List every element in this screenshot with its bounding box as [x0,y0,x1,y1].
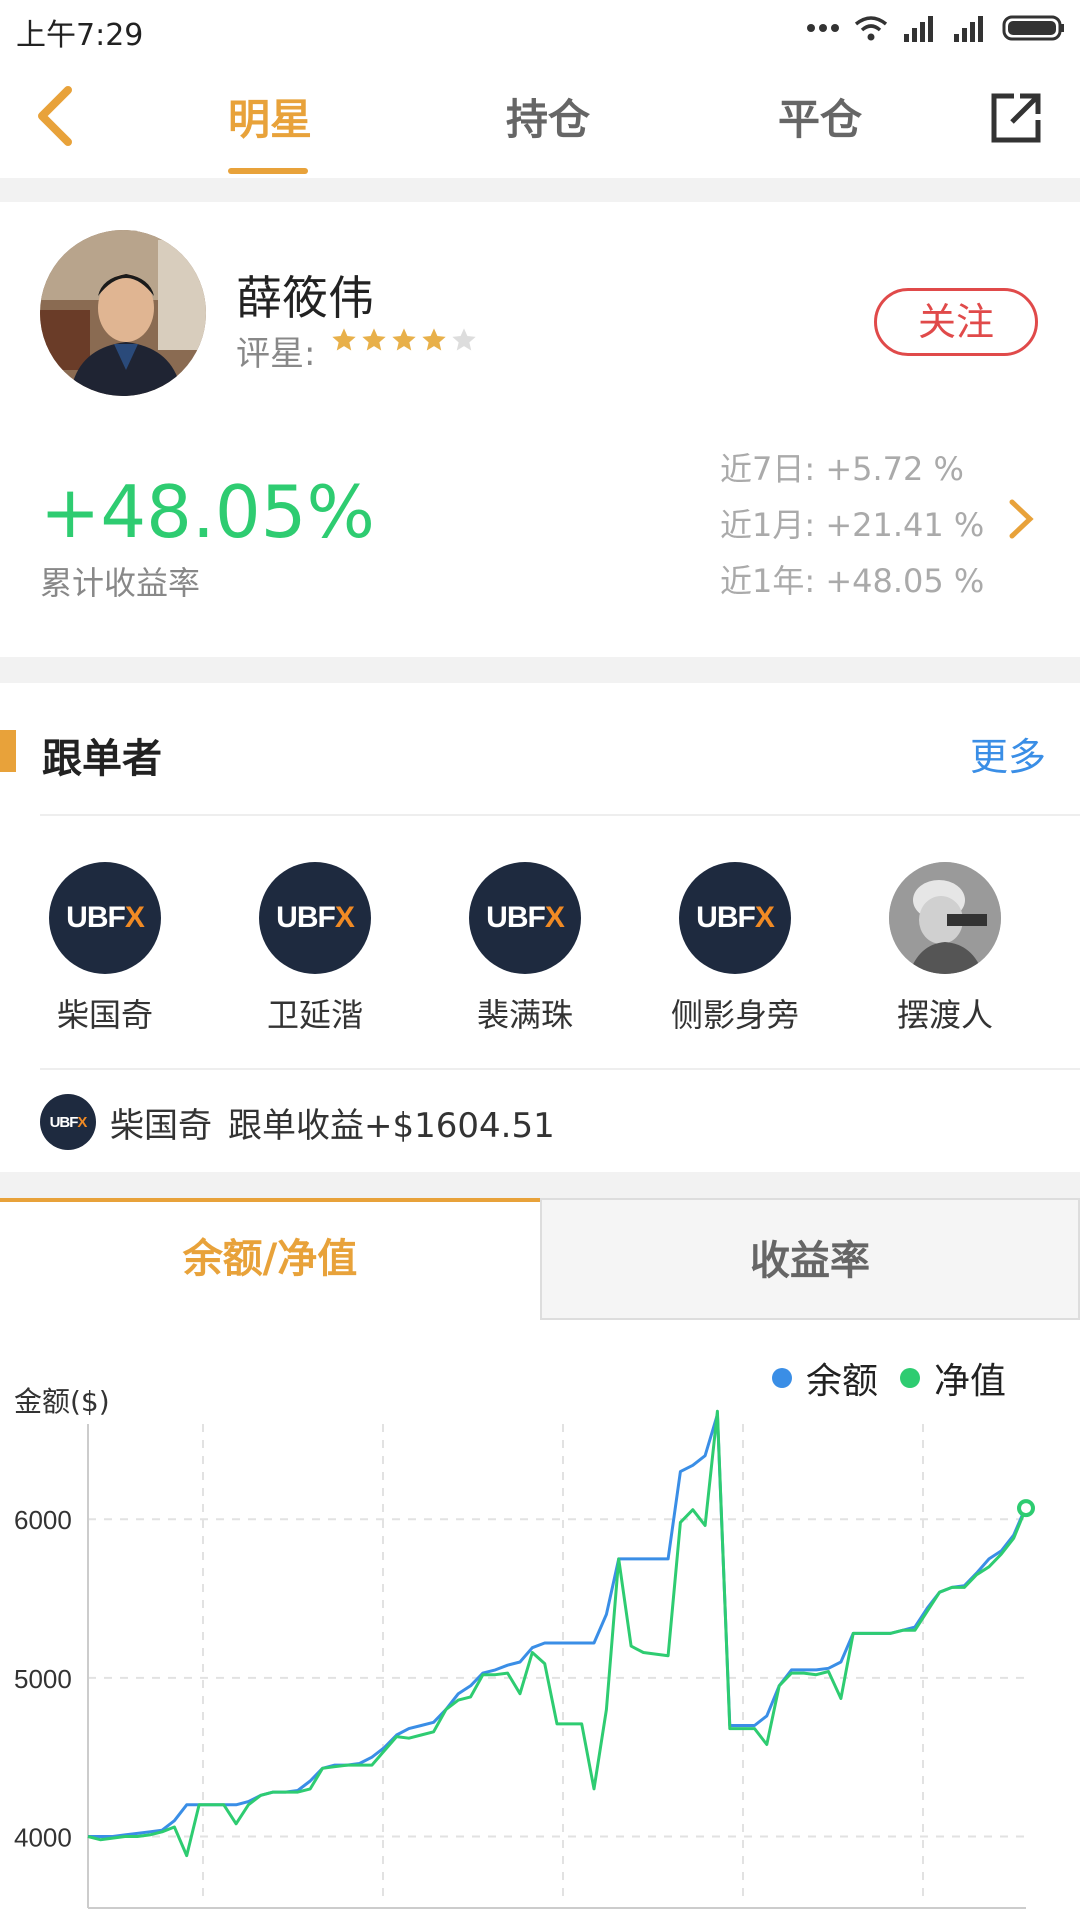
divider [40,1068,1080,1070]
nav-bar: 明星 持仓 平仓 [0,56,1080,176]
follower-name: 卫延湝 [266,996,363,1034]
legend-dot-equity [900,1368,921,1388]
section-divider [0,657,1080,683]
ubfx-logo-avatar: UBFX [40,1094,96,1150]
section-accent-bar [0,730,16,772]
profit-amount: 跟单收益+$1604.51 [228,1105,555,1146]
follower-name: 裴满珠 [476,996,573,1034]
chart-legend: 余额 净值 [772,1352,1028,1404]
trader-name: 薛筱伟 [236,271,374,325]
star-empty-icon [452,328,476,351]
divider [40,814,1080,816]
section-divider [0,178,1080,202]
ubfx-logo-avatar: UBFX [679,862,791,974]
active-tab-indicator [228,168,308,174]
rating-stars [330,326,478,354]
ubfx-logo-avatar: UBFX [469,862,581,974]
followers-title: 跟单者 [42,736,162,782]
chart-tabs: 余额/净值 收益率 [0,1198,1080,1320]
follower-item[interactable]: 摆渡人 [855,862,1035,1036]
status-icons [806,12,1066,44]
star-filled-icon [392,328,416,351]
balance-equity-chart[interactable]: 4000 5000 6000 [0,1400,1080,1920]
follower-item[interactable]: UBFX 侧影身旁 [645,862,825,1036]
follower-name: 摆渡人 [896,996,993,1034]
legend-label-equity: 净值 [934,1361,1007,1402]
total-return-value: +48.05% [40,470,375,554]
tab-star[interactable]: 明星 [228,86,312,147]
tab-return-rate[interactable]: 收益率 [540,1198,1080,1320]
share-icon[interactable] [988,90,1044,146]
y-tick-label: 4000 [14,1823,72,1853]
rating-label: 评星: [236,334,316,374]
return-1m: 近1月: +21.41 % [720,506,985,544]
star-filled-icon [362,328,386,351]
return-7d: 近7日: +5.72 % [720,450,964,488]
signal-icon [904,16,933,42]
follower-item[interactable]: UBFX 柴国奇 [15,862,195,1036]
tab-balance-equity[interactable]: 余额/净值 [0,1198,540,1320]
more-link[interactable]: 更多 [970,726,1046,781]
trader-photo [40,230,206,396]
follower-item[interactable]: UBFX 卫延湝 [225,862,405,1036]
follow-button[interactable]: 关注 [874,288,1038,356]
follower-item[interactable]: UBFX 裴满珠 [435,862,615,1036]
star-filled-icon [332,328,356,351]
star-filled-icon [422,328,446,351]
return-1y: 近1年: +48.05 % [720,562,985,600]
star-profile-card: 薛筱伟 评星: 关注 +48.05% 累计收益率 近7日: +5.72 % 近1… [0,202,1080,657]
y-tick-label: 5000 [14,1664,72,1694]
trader-avatar[interactable] [40,230,206,396]
ubfx-logo-avatar: UBFX [259,862,371,974]
tab-closed[interactable]: 平仓 [778,86,862,147]
status-bar: 上午7:29 [0,0,1080,56]
total-return-label: 累计收益率 [40,564,201,602]
legend-item-equity[interactable]: 净值 [900,1352,1006,1404]
photo-avatar [889,862,1001,974]
series-line-balance [88,1413,1028,1838]
child-photo [889,862,1001,974]
legend-dot-balance [772,1368,792,1388]
ubfx-logo-avatar: UBFX [49,862,161,974]
follower-profit-row: UBFX 柴国奇 跟单收益+$1604.51 [40,1094,555,1150]
chevron-right-icon[interactable] [1006,498,1036,540]
section-divider [0,1172,1080,1198]
series-end-point [1017,1499,1035,1518]
status-time: 上午7:29 [16,18,144,53]
series-line-equity [87,1409,1028,1858]
tab-positions[interactable]: 持仓 [506,86,590,147]
wifi-icon [854,16,888,41]
y-tick-label: 6000 [14,1505,72,1535]
followers-header: 跟单者 更多 [0,686,1080,816]
follower-name: 柴国奇 [56,996,153,1034]
back-arrow-icon[interactable] [28,84,88,148]
battery-icon [1002,15,1064,41]
legend-item-balance[interactable]: 余额 [772,1352,878,1404]
profit-follower-name: 柴国奇 [110,1105,212,1146]
legend-label-balance: 余额 [806,1361,879,1402]
more-dots-icon [807,24,839,32]
signal-icon [954,16,983,42]
follower-name: 侧影身旁 [670,996,799,1034]
